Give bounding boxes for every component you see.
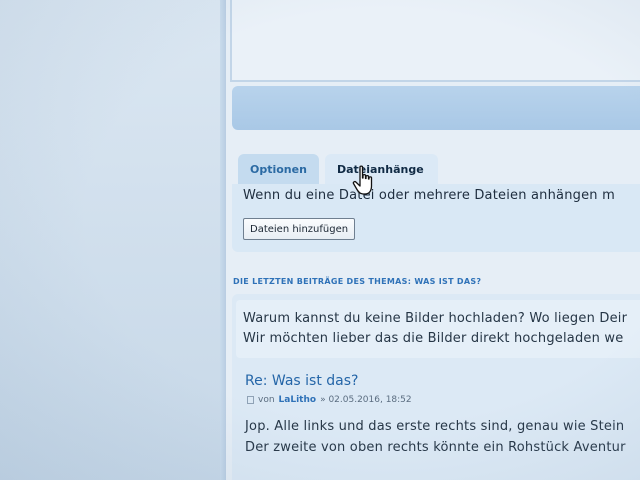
post2-line1: Jop. Alle links und das erste rechts sin… [245,419,625,434]
tab-optionen-label: Optionen [250,162,307,176]
page-margin [0,0,226,480]
hand-pointer-icon [352,165,373,195]
attachments-hint: Wenn du eine Datei oder mehrere Dateien … [243,188,615,203]
add-files-button[interactable]: Dateien hinzufügen [243,218,356,240]
recent-posts-heading: DIE LETZTEN BEITRÄGE DES THEMAS: WAS IST… [233,277,482,286]
post2-meta: von LaLitho » 02.05.2016, 18:52 [247,395,412,405]
editor-tabs: Optionen Dateianhänge [238,154,438,184]
content-column-edge [220,0,226,480]
submit-bar [232,86,640,130]
post2-meta-prefix: von [258,395,275,405]
tab-dateianhaenge-label: Dateianhänge [336,162,424,176]
post-icon [247,396,254,404]
post2-author-link[interactable]: LaLitho [279,395,317,405]
post2-line2: Der zweite von oben rechts könnte ein Ro… [245,440,626,455]
tab-optionen[interactable]: Optionen [238,154,319,184]
post2-title-link[interactable]: Re: Was ist das? [245,373,358,389]
tab-dateianhaenge[interactable]: Dateianhänge [324,154,438,184]
post1-line1: Warum kannst du keine Bilder hochladen? … [243,311,628,326]
post1-line2: Wir möchten lieber das die Bilder direkt… [243,331,624,346]
message-editor[interactable] [230,0,640,82]
post2-date: » 02.05.2016, 18:52 [320,395,412,405]
post-excerpt-box [236,300,640,358]
